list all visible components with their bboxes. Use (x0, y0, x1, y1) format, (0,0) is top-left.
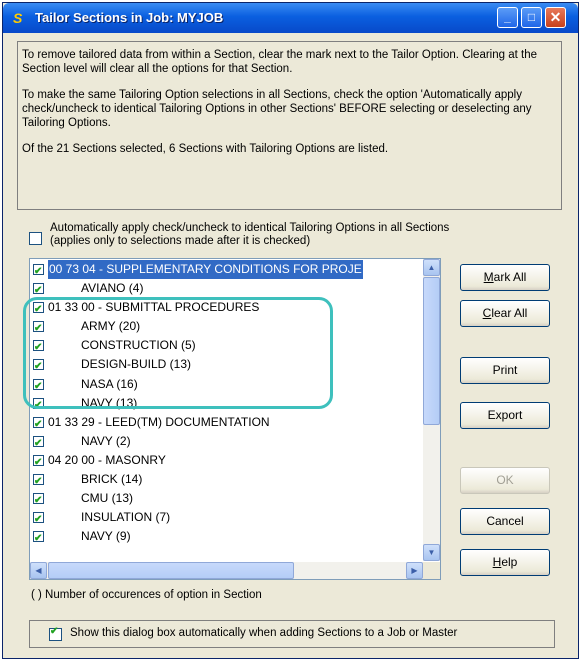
option-checkbox[interactable] (33, 529, 44, 548)
show-dialog-label: Show this dialog box automatically when … (70, 627, 458, 639)
option-label: NASA (16) (81, 376, 138, 391)
instructions-panel: To remove tailored data from within a Se… (17, 41, 562, 210)
maximize-icon: □ (527, 10, 536, 24)
tailoring-options-list[interactable]: 00 73 04 - SUPPLEMENTARY CONDITIONS FOR … (29, 258, 441, 580)
auto-apply-label-line1: Automatically apply check/uncheck to ide… (50, 222, 450, 234)
option-label: ARMY (20) (81, 319, 141, 334)
section-checkbox[interactable] (33, 300, 44, 319)
maximize-button[interactable]: □ (521, 7, 542, 28)
minimize-button[interactable]: _ (497, 7, 518, 28)
chevron-up-icon: ▲ (427, 263, 436, 272)
section-checkbox[interactable] (33, 453, 44, 472)
app-icon: S (13, 10, 23, 26)
option-row[interactable]: ARMY (20) (30, 317, 422, 338)
section-label: 04 20 00 - MASONRY (48, 452, 166, 467)
option-label: BRICK (14) (81, 472, 143, 487)
chevron-down-icon: ▼ (427, 548, 436, 557)
option-row[interactable]: CMU (13) (30, 489, 422, 510)
section-checkbox[interactable] (33, 262, 44, 281)
option-row[interactable]: DESIGN-BUILD (13) (30, 355, 422, 376)
section-row[interactable]: 00 73 04 - SUPPLEMENTARY CONDITIONS FOR … (30, 260, 422, 281)
option-checkbox[interactable] (33, 472, 44, 491)
option-row[interactable]: NAVY (9) (30, 527, 422, 548)
option-row[interactable]: NAVY (13) (30, 394, 422, 415)
section-row[interactable]: 01 33 29 - LEED(TM) DOCUMENTATION (30, 413, 422, 434)
option-checkbox[interactable] (33, 281, 44, 300)
option-checkbox[interactable] (33, 319, 44, 338)
chevron-left-icon: ◀ (35, 566, 42, 575)
clear-all-mnemonic: C (482, 306, 492, 320)
instruction-text-2: To make the same Tailoring Option select… (22, 89, 532, 129)
scroll-up-button[interactable]: ▲ (423, 259, 440, 276)
chevron-right-icon: ▶ (411, 566, 418, 575)
option-checkbox[interactable] (33, 434, 44, 453)
option-label: CONSTRUCTION (5) (81, 338, 196, 353)
option-row[interactable]: AVIANO (4) (30, 279, 422, 300)
option-checkbox[interactable] (33, 510, 44, 529)
help-label: elp (501, 555, 518, 569)
show-dialog-checkbox[interactable] (49, 626, 62, 641)
footnote-text: ( ) Number of occurences of option in Se… (31, 589, 262, 601)
export-button[interactable]: Export (460, 402, 550, 429)
scroll-right-button[interactable]: ▶ (406, 562, 423, 579)
auto-apply-checkbox[interactable] (29, 232, 42, 245)
auto-apply-label-line2: (applies only to selections made after i… (50, 235, 311, 247)
sections-summary: Of the 21 Sections selected, 6 Sections … (22, 143, 389, 155)
option-label: NAVY (13) (81, 395, 138, 410)
option-checkbox[interactable] (33, 491, 44, 510)
mark-all-button[interactable]: Mark All (460, 264, 550, 291)
window-title: Tailor Sections in Job: MYJOB (35, 10, 224, 25)
option-label: NAVY (2) (81, 433, 131, 448)
vertical-scrollbar[interactable]: ▲ ▼ (423, 259, 440, 561)
auto-apply-label: Automatically apply check/uncheck to ide… (50, 222, 449, 248)
help-button[interactable]: Help (460, 549, 550, 576)
option-checkbox[interactable] (33, 357, 44, 376)
print-button[interactable]: Print (460, 357, 550, 384)
section-label: 01 33 00 - SUBMITTAL PROCEDURES (48, 300, 260, 315)
option-checkbox[interactable] (33, 377, 44, 396)
option-checkbox[interactable] (33, 338, 44, 357)
cancel-button[interactable]: Cancel (460, 508, 550, 535)
minimize-icon: _ (504, 10, 511, 24)
mark-all-mnemonic: M (483, 270, 494, 284)
scrollbar-corner (423, 562, 440, 579)
ok-button[interactable]: OK (460, 467, 550, 494)
option-label: DESIGN-BUILD (13) (81, 357, 192, 372)
clear-all-label: lear All (491, 306, 528, 320)
section-row[interactable]: 04 20 00 - MASONRY (30, 451, 422, 472)
horizontal-scroll-thumb[interactable] (48, 562, 294, 579)
clear-all-button[interactable]: Clear All (460, 300, 550, 327)
title-bar[interactable]: S Tailor Sections in Job: MYJOB _ □ ✕ (3, 3, 578, 33)
instruction-text-1: To remove tailored data from within a Se… (22, 49, 537, 75)
option-row[interactable]: CONSTRUCTION (5) (30, 336, 422, 357)
show-dialog-option[interactable]: Show this dialog box automatically when … (29, 620, 555, 648)
scroll-down-button[interactable]: ▼ (423, 544, 440, 561)
option-label: INSULATION (7) (81, 510, 171, 525)
option-checkbox[interactable] (33, 396, 44, 415)
option-label: AVIANO (4) (81, 281, 144, 296)
option-row[interactable]: INSULATION (7) (30, 508, 422, 529)
vertical-scroll-thumb[interactable] (423, 277, 440, 425)
horizontal-scrollbar[interactable]: ◀ ▶ (30, 562, 423, 579)
close-icon: ✕ (549, 9, 562, 25)
option-label: NAVY (9) (81, 529, 131, 544)
option-label: CMU (13) (81, 491, 134, 506)
section-label: 01 33 29 - LEED(TM) DOCUMENTATION (48, 414, 270, 429)
scroll-left-button[interactable]: ◀ (30, 562, 47, 579)
option-row[interactable]: BRICK (14) (30, 470, 422, 491)
list-rows: 00 73 04 - SUPPLEMENTARY CONDITIONS FOR … (30, 260, 422, 548)
option-row[interactable]: NASA (16) (30, 375, 422, 396)
section-checkbox[interactable] (33, 415, 44, 434)
section-row[interactable]: 01 33 00 - SUBMITTAL PROCEDURES (30, 298, 422, 319)
close-button[interactable]: ✕ (545, 7, 566, 28)
mark-all-label: ark All (493, 270, 527, 284)
section-label: 00 73 04 - SUPPLEMENTARY CONDITIONS FOR … (48, 260, 363, 279)
option-row[interactable]: NAVY (2) (30, 432, 422, 453)
